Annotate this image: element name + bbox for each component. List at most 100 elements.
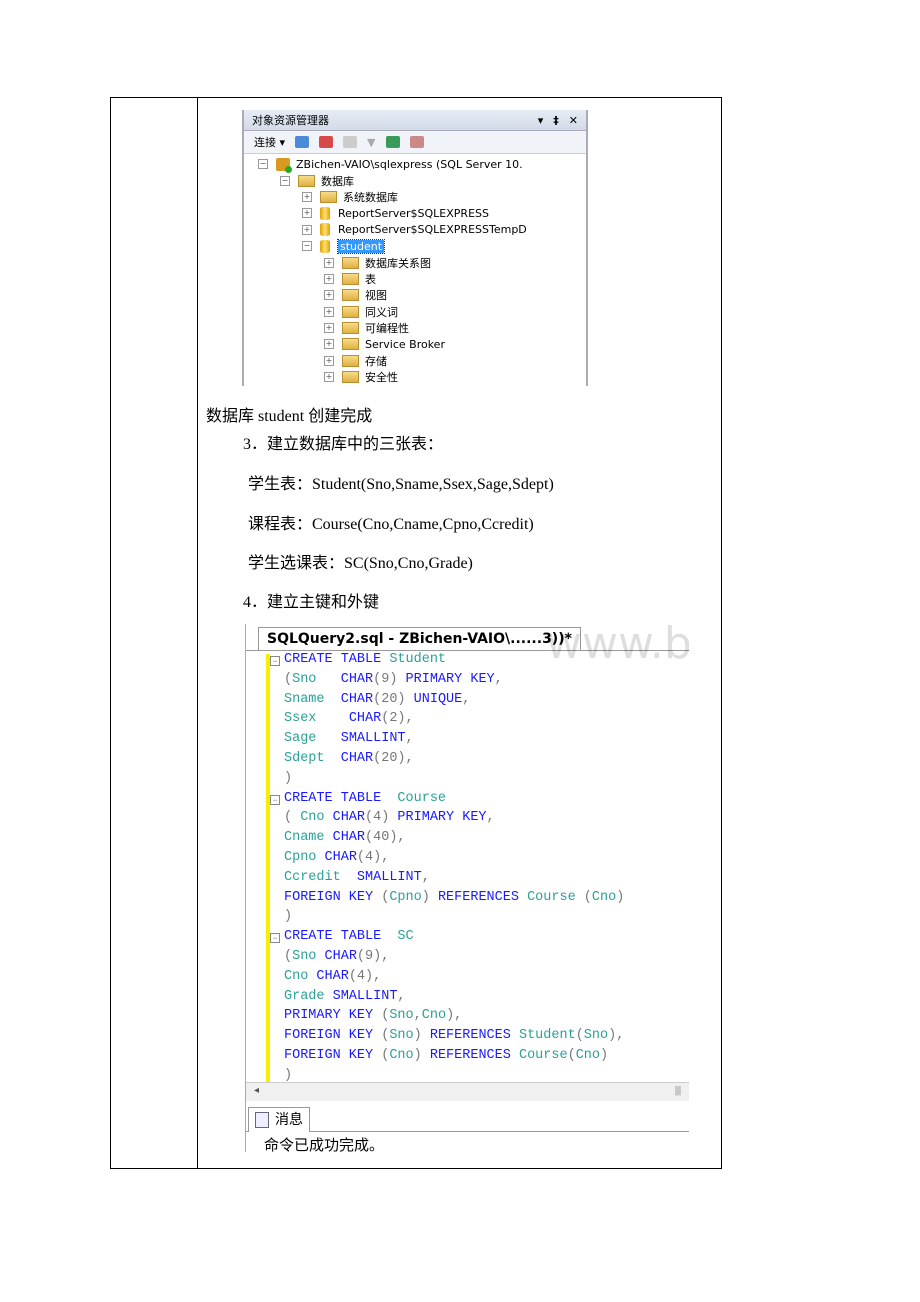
tree-node[interactable]: + 同义词 xyxy=(244,304,586,320)
database-icon xyxy=(320,206,330,220)
code-token: PRIMARY KEY xyxy=(397,810,487,826)
code-token: Cno xyxy=(389,1048,414,1063)
expand-icon[interactable]: + xyxy=(324,323,334,334)
messages-tab[interactable]: 消息 xyxy=(248,1107,310,1132)
collapse-icon[interactable]: − xyxy=(302,241,312,252)
code-token: (4) xyxy=(365,810,398,826)
code-token: ) xyxy=(413,1028,430,1044)
refresh-icon[interactable] xyxy=(385,136,400,148)
tree-node[interactable]: − 数据库 xyxy=(244,172,586,188)
expand-icon[interactable]: + xyxy=(324,257,334,268)
fold-icon[interactable]: − xyxy=(270,794,280,805)
server-icon xyxy=(276,157,292,173)
stop-icon[interactable] xyxy=(343,136,358,148)
fold-icon[interactable]: − xyxy=(270,933,280,944)
disconnect-icon[interactable] xyxy=(319,136,334,148)
code-token: Sno xyxy=(389,1028,414,1044)
tree-node-label: 表 xyxy=(365,272,376,286)
expand-icon[interactable]: + xyxy=(324,339,334,350)
object-explorer-title: 对象资源管理器 xyxy=(252,114,329,127)
expand-icon[interactable]: + xyxy=(302,208,312,219)
code-token: ( xyxy=(567,1048,576,1063)
pin-icon[interactable]: ‡ xyxy=(553,114,559,127)
tree-node-label: 数据库 xyxy=(321,174,354,188)
code-token: ( xyxy=(583,889,592,905)
code-token: CHAR xyxy=(332,830,366,846)
code-line: (Sno CHAR(9), xyxy=(284,947,389,967)
collapse-icon[interactable]: − xyxy=(258,159,268,170)
object-explorer-screenshot: 对象资源管理器 ▾ ‡ ✕ 连接 ▾ ▼ − ZBichen-VAIO\sqlexpr… xyxy=(242,110,588,386)
folder-icon xyxy=(342,338,359,351)
filter-icon[interactable]: ▼ xyxy=(367,136,375,149)
expand-icon[interactable]: + xyxy=(324,273,334,284)
code-token: Cpno xyxy=(389,889,422,905)
code-token: SMALLINT xyxy=(340,731,406,747)
code-token: Sno xyxy=(389,1008,414,1024)
code-token: , xyxy=(413,1008,422,1024)
tree-node[interactable]: + ReportServer$SQLEXPRESSTempD xyxy=(244,222,586,238)
code-token: CHAR xyxy=(332,810,366,826)
close-icon[interactable]: ✕ xyxy=(569,114,578,127)
tree-node[interactable]: + 安全性 xyxy=(244,369,586,385)
results-tabbar: 消息 xyxy=(246,1105,689,1132)
expand-icon[interactable]: + xyxy=(324,290,334,301)
expand-icon[interactable]: + xyxy=(302,224,312,235)
folder-icon xyxy=(342,272,359,285)
folder-icon xyxy=(342,322,359,335)
code-line: CREATE TABLE SC xyxy=(284,927,414,947)
tree-node[interactable]: + 表 xyxy=(244,271,586,287)
tree-node[interactable]: − student xyxy=(244,238,586,254)
code-token: CHAR xyxy=(316,968,349,984)
code-line: (Sno CHAR(9) PRIMARY KEY, xyxy=(284,670,503,690)
expand-icon[interactable]: + xyxy=(324,355,334,366)
code-token: CREATE TABLE xyxy=(284,652,390,667)
code-token: FOREIGN KEY xyxy=(284,1028,382,1044)
tree-node[interactable]: + 视图 xyxy=(244,287,586,303)
code-line: Grade SMALLINT, xyxy=(284,987,406,1007)
code-token: (9), xyxy=(356,949,390,964)
expand-icon[interactable]: + xyxy=(324,306,334,317)
code-token: Course xyxy=(518,1048,568,1063)
collapse-icon[interactable]: − xyxy=(280,175,290,186)
doc-line: 数据库 student 创建完成 xyxy=(206,408,373,425)
expand-icon[interactable]: + xyxy=(324,372,334,383)
scroll-left-icon: ◂ xyxy=(254,1085,260,1096)
dropdown-icon[interactable]: ▾ xyxy=(538,114,544,127)
code-line: FOREIGN KEY (Sno) REFERENCES Student(Sno… xyxy=(284,1026,624,1046)
tree-node-label: student xyxy=(336,238,386,254)
query-tab[interactable]: SQLQuery2.sql - ZBichen-VAIO\......3))* xyxy=(258,627,581,650)
code-token: REFERENCES xyxy=(429,1048,519,1063)
code-token: Cno xyxy=(575,1048,600,1063)
doc-heading-3: 3．建立数据库中的三张表： xyxy=(243,436,444,453)
code-token: Cno xyxy=(591,889,617,905)
code-line: Ccredit SMALLINT, xyxy=(284,868,430,888)
code-line: ( Cno CHAR(4) PRIMARY KEY, xyxy=(284,808,495,828)
doc-line: 学生选课表：SC(Sno,Cno,Grade) xyxy=(248,555,473,572)
tree-node[interactable]: − ZBichen-VAIO\sqlexpress (SQL Server 10. xyxy=(244,156,586,173)
connect-icon[interactable] xyxy=(295,136,310,148)
tree-node-label: ReportServer$SQLEXPRESS xyxy=(338,206,489,220)
code-token: CHAR xyxy=(324,850,357,865)
tree-node[interactable]: + 系统数据库 xyxy=(244,189,586,205)
tree-node[interactable]: + 存储 xyxy=(244,353,586,369)
horizontal-scrollbar[interactable]: ◂ ||| xyxy=(246,1082,689,1101)
code-token: ) xyxy=(600,1048,609,1063)
connect-button[interactable]: 连接 ▾ xyxy=(254,134,285,150)
fold-icon[interactable]: − xyxy=(270,656,280,666)
tree-node[interactable]: + 可编程性 xyxy=(244,320,586,336)
code-token: , xyxy=(405,731,414,747)
expand-icon[interactable]: + xyxy=(302,191,312,202)
code-token: , xyxy=(462,691,471,707)
code-token: Sno xyxy=(583,1028,609,1044)
code-token: CHAR xyxy=(340,671,374,687)
object-explorer-titlebar: 对象资源管理器 ▾ ‡ ✕ xyxy=(244,110,586,131)
database-icon xyxy=(320,223,330,237)
code-area[interactable]: CREATE TABLE Student − (Sno CHAR(9) PRIMAR… xyxy=(246,650,689,1083)
tree-node[interactable]: + 数据库关系图 xyxy=(244,254,586,270)
tree-node[interactable]: + Service Broker xyxy=(244,336,586,352)
code-token: ) xyxy=(616,889,625,905)
summary-icon[interactable] xyxy=(409,136,424,148)
code-token: (20) xyxy=(373,691,414,707)
tree-node[interactable]: + ReportServer$SQLEXPRESS xyxy=(244,205,586,221)
code-token: ( xyxy=(284,671,293,687)
